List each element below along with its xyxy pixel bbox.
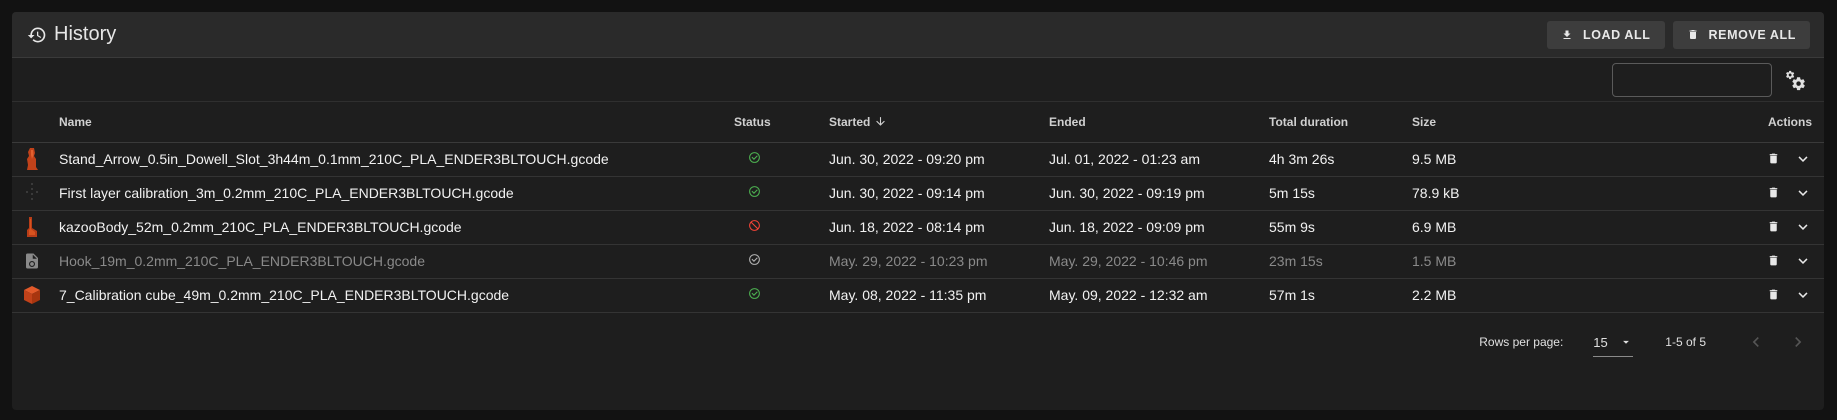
chevron-down-icon[interactable] <box>1794 286 1812 304</box>
total-duration: 4h 3m 26s <box>1269 142 1412 177</box>
table-header-row: Name Status Started Ended Total duration… <box>12 102 1824 143</box>
remove-all-button[interactable]: REMOVE ALL <box>1672 20 1810 49</box>
thumbnail-column-header <box>12 102 59 143</box>
check-circle-icon <box>746 253 762 266</box>
chevron-right-icon[interactable] <box>1788 332 1808 352</box>
started-time: May. 08, 2022 - 11:35 pm <box>829 278 1049 313</box>
total-duration: 5m 15s <box>1269 176 1412 211</box>
column-header-started[interactable]: Started <box>829 102 1049 143</box>
total-duration: 57m 1s <box>1269 278 1412 313</box>
history-table-body: Stand_Arrow_0.5in_Dowell_Slot_3h44m_0.1m… <box>12 142 1824 313</box>
file-name: Hook_19m_0.2mm_210C_PLA_ENDER3BLTOUCH.gc… <box>59 244 734 279</box>
file-missing-icon <box>22 249 42 273</box>
table-row[interactable]: 7_Calibration cube_49m_0.2mm_210C_PLA_EN… <box>12 278 1824 313</box>
file-size: 6.9 MB <box>1412 210 1507 245</box>
table-row[interactable]: First layer calibration_3m_0.2mm_210C_PL… <box>12 176 1824 211</box>
total-duration: 23m 15s <box>1269 244 1412 279</box>
download-icon <box>1563 30 1571 39</box>
cancel-icon <box>746 219 762 232</box>
cube-model-thumbnail <box>22 283 42 307</box>
file-size: 1.5 MB <box>1412 244 1507 279</box>
ended-time: Jun. 30, 2022 - 09:19 pm <box>1049 176 1269 211</box>
check-circle-icon <box>746 287 762 300</box>
ended-time: May. 09, 2022 - 12:32 am <box>1049 278 1269 313</box>
started-time: Jun. 18, 2022 - 08:14 pm <box>829 210 1049 245</box>
search-input[interactable] <box>1572 71 1761 88</box>
check-circle-icon <box>746 151 762 164</box>
ended-time: Jun. 18, 2022 - 09:09 pm <box>1049 210 1269 245</box>
ended-time: May. 29, 2022 - 10:46 pm <box>1049 244 1269 279</box>
file-name: 7_Calibration cube_49m_0.2mm_210C_PLA_EN… <box>59 278 734 313</box>
column-header-started-label: Started <box>829 114 871 129</box>
delete-icon[interactable] <box>1767 254 1780 267</box>
chevron-left-icon[interactable] <box>1746 332 1766 352</box>
total-duration: 55m 9s <box>1269 210 1412 245</box>
arrow-model-thumbnail <box>22 147 42 171</box>
ended-time: Jul. 01, 2022 - 01:23 am <box>1049 142 1269 177</box>
table-row[interactable]: Stand_Arrow_0.5in_Dowell_Slot_3h44m_0.1m… <box>12 142 1824 177</box>
file-size: 9.5 MB <box>1412 142 1507 177</box>
trash-icon <box>1689 30 1697 39</box>
file-size: 2.2 MB <box>1412 278 1507 313</box>
column-header-duration[interactable]: Total duration <box>1269 102 1412 143</box>
search-field[interactable] <box>1572 62 1772 97</box>
remove-all-label: REMOVE ALL <box>1708 27 1796 42</box>
chevron-down-icon[interactable] <box>1794 218 1812 236</box>
cogs-icon[interactable] <box>1780 65 1810 95</box>
history-toolbar <box>12 58 1824 102</box>
column-header-ended[interactable]: Ended <box>1049 102 1269 143</box>
rows-per-page-label: Rows per page: <box>1479 334 1564 349</box>
chevron-down-icon[interactable] <box>1794 150 1812 168</box>
delete-icon[interactable] <box>1767 186 1780 199</box>
calibration-layer-thumbnail <box>22 181 42 205</box>
kazoo-model-thumbnail <box>22 215 42 239</box>
started-time: Jun. 30, 2022 - 09:14 pm <box>829 176 1049 211</box>
delete-icon[interactable] <box>1767 288 1780 301</box>
started-time: Jun. 30, 2022 - 09:20 pm <box>829 142 1049 177</box>
history-panel: History LOAD ALL REMOVE ALL Name Status <box>12 12 1824 410</box>
column-header-size[interactable]: Size <box>1412 102 1507 143</box>
load-all-button[interactable]: LOAD ALL <box>1546 20 1665 49</box>
file-size: 78.9 kB <box>1412 176 1507 211</box>
file-name: Stand_Arrow_0.5in_Dowell_Slot_3h44m_0.1m… <box>59 142 734 177</box>
column-header-name[interactable]: Name <box>59 102 734 143</box>
file-name: kazooBody_52m_0.2mm_210C_PLA_ENDER3BLTOU… <box>59 210 734 245</box>
pagination-range: 1-5 of 5 <box>1665 334 1706 349</box>
file-name: First layer calibration_3m_0.2mm_210C_PL… <box>59 176 734 211</box>
load-all-label: LOAD ALL <box>1582 27 1651 42</box>
column-header-status[interactable]: Status <box>734 102 829 143</box>
delete-icon[interactable] <box>1767 152 1780 165</box>
pagination-controls <box>1746 332 1808 352</box>
arrow-down-icon <box>876 117 886 126</box>
chevron-down-icon[interactable] <box>1794 252 1812 270</box>
history-header: History LOAD ALL REMOVE ALL <box>12 12 1824 58</box>
chevron-down-icon[interactable] <box>1794 184 1812 202</box>
rows-per-page-value: 15 <box>1593 334 1608 350</box>
menu-down-icon <box>1623 340 1630 344</box>
check-circle-icon <box>746 185 762 198</box>
started-time: May. 29, 2022 - 10:23 pm <box>829 244 1049 279</box>
history-icon <box>26 24 48 46</box>
table-row[interactable]: kazooBody_52m_0.2mm_210C_PLA_ENDER3BLTOU… <box>12 210 1824 245</box>
history-table: Name Status Started Ended Total duration… <box>12 102 1824 313</box>
table-footer: Rows per page: 15 1-5 of 5 <box>12 313 1824 371</box>
delete-icon[interactable] <box>1767 220 1780 233</box>
table-row[interactable]: Hook_19m_0.2mm_210C_PLA_ENDER3BLTOUCH.gc… <box>12 244 1824 279</box>
page-title: History <box>54 23 117 45</box>
column-header-actions: Actions <box>1507 102 1824 143</box>
rows-per-page-select[interactable]: 15 <box>1593 334 1634 357</box>
